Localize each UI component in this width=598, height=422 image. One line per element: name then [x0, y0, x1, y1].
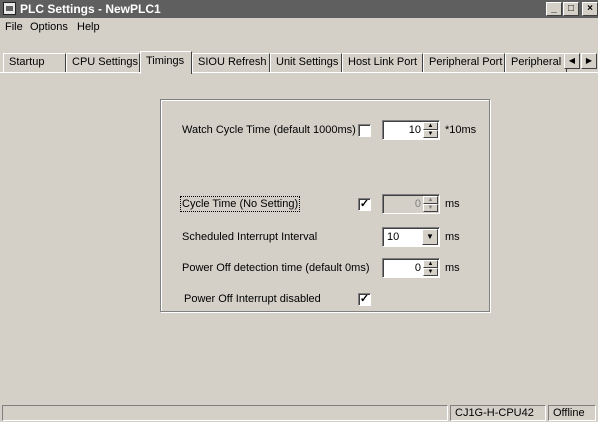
status-mode: Offline	[548, 405, 596, 421]
cycle-time-unit: ms	[445, 198, 460, 210]
cycle-time-spin-buttons: ▲ ▼	[423, 196, 438, 212]
tab-timings[interactable]: Timings	[140, 51, 192, 74]
cycle-time-value: 0	[414, 198, 421, 210]
watch-cycle-unit: *10ms	[445, 124, 477, 136]
watch-cycle-spinner[interactable]: 10 ▲ ▼	[382, 120, 440, 140]
menu-help[interactable]: Help	[77, 21, 100, 33]
cycle-time-label: Cycle Time (No Setting)	[179, 196, 301, 212]
watch-cycle-label: Watch Cycle Time (default 1000ms)	[182, 124, 356, 136]
power-off-detection-unit: ms	[445, 262, 460, 274]
plc-settings-window: PLC Settings - NewPLC1 _ □ × File Option…	[0, 0, 598, 422]
minimize-button[interactable]: _	[546, 2, 562, 16]
tab-peripheral-port[interactable]: Peripheral Port	[423, 53, 505, 73]
watch-cycle-spin-buttons[interactable]: ▲ ▼	[423, 122, 438, 138]
tab-siou-refresh[interactable]: SIOU Refresh	[192, 53, 270, 73]
watch-cycle-checkbox[interactable]	[358, 124, 371, 137]
spin-down-icon[interactable]: ▼	[423, 130, 438, 138]
tab-unit-settings[interactable]: Unit Settings	[270, 53, 342, 73]
tab-scroll-left-icon[interactable]: ◀	[564, 53, 580, 69]
cycle-time-checkbox[interactable]: ✓	[358, 198, 371, 211]
window-title: PLC Settings - NewPLC1	[20, 2, 161, 16]
cycle-time-spinner: 0 ▲ ▼	[382, 194, 440, 214]
spin-up-icon[interactable]: ▲	[423, 260, 438, 268]
scheduled-interrupt-select[interactable]: 10 ▼	[382, 227, 440, 247]
scheduled-interrupt-label: Scheduled Interrupt Interval	[182, 231, 318, 243]
timings-group: Watch Cycle Time (default 1000ms) 10 ▲ ▼…	[160, 99, 490, 312]
power-off-detection-label: Power Off detection time (default 0ms)	[182, 262, 370, 274]
tab-startup[interactable]: Startup	[3, 53, 66, 73]
tab-host-link-port[interactable]: Host Link Port	[342, 53, 423, 73]
status-bar: CJ1G-H-CPU42 Offline	[0, 404, 598, 422]
menu-bar: File Options Help	[0, 18, 598, 36]
tab-strip: Startup CPU Settings Timings SIOU Refres…	[0, 51, 598, 74]
app-icon	[3, 2, 16, 15]
dropdown-arrow-icon[interactable]: ▼	[422, 229, 438, 245]
spin-down-icon[interactable]: ▼	[423, 268, 438, 276]
title-bar: PLC Settings - NewPLC1 _ □ ×	[0, 0, 598, 18]
maximize-button[interactable]: □	[563, 2, 579, 16]
power-off-detection-spin-buttons[interactable]: ▲ ▼	[423, 260, 438, 276]
tab-scroll-arrows: ◀ ▶	[564, 53, 598, 69]
menu-file[interactable]: File	[5, 21, 23, 33]
power-off-detection-value: 0	[414, 262, 421, 274]
spin-down-icon: ▼	[423, 204, 438, 212]
status-message	[2, 405, 448, 421]
close-button[interactable]: ×	[582, 2, 598, 16]
power-off-interrupt-checkbox[interactable]: ✓	[358, 293, 371, 306]
tab-peripheral-service[interactable]: Peripheral Service	[505, 53, 567, 73]
power-off-interrupt-label: Power Off Interrupt disabled	[184, 293, 321, 305]
spin-up-icon: ▲	[423, 196, 438, 204]
power-off-detection-spinner[interactable]: 0 ▲ ▼	[382, 258, 440, 278]
tab-scroll-right-icon[interactable]: ▶	[581, 53, 597, 69]
watch-cycle-value: 10	[408, 124, 421, 136]
status-plc-model: CJ1G-H-CPU42	[450, 405, 546, 421]
menu-options[interactable]: Options	[30, 21, 68, 33]
spin-up-icon[interactable]: ▲	[423, 122, 438, 130]
scheduled-interrupt-unit: ms	[445, 231, 460, 243]
tab-cpu-settings[interactable]: CPU Settings	[66, 53, 140, 73]
scheduled-interrupt-value: 10	[387, 231, 400, 243]
